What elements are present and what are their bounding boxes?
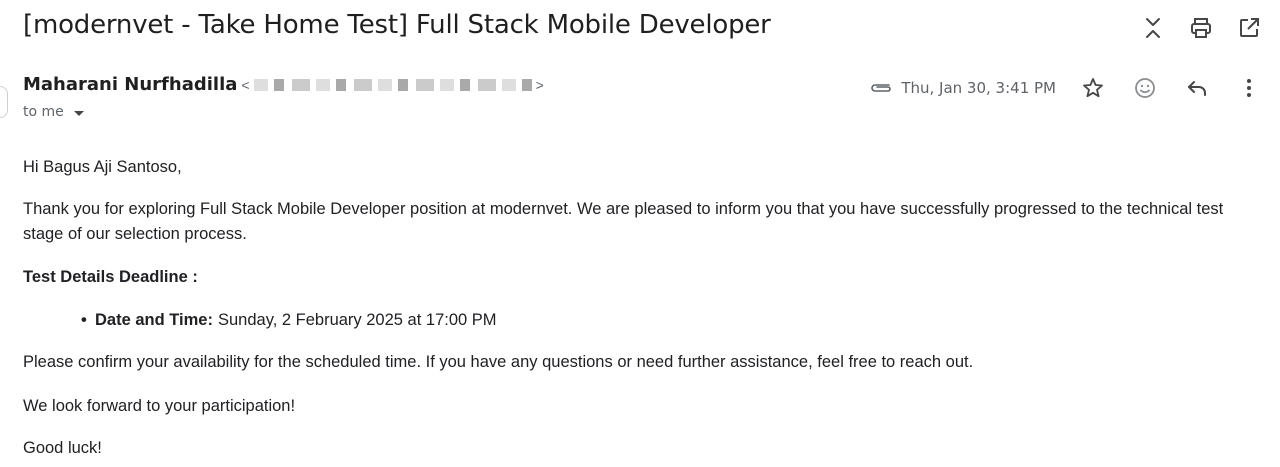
recipient-details-toggle[interactable]: to me — [23, 104, 84, 120]
bullet-label: Date and Time: — [95, 311, 213, 329]
message-date: Thu, Jan 30, 3:41 PM — [901, 79, 1056, 97]
star-icon[interactable] — [1080, 74, 1106, 102]
list-item: • Date and Time: Sunday, 2 February 2025… — [81, 308, 497, 333]
side-panel-edge — [0, 86, 8, 118]
sender-email-open: < — [241, 77, 250, 93]
open-new-window-icon[interactable] — [1236, 14, 1262, 42]
bullet-dot: • — [81, 311, 87, 329]
email-view: [modernvet - Take Home Test] Full Stack … — [0, 0, 1280, 467]
bullet-value: Sunday, 2 February 2025 at 17:00 PM — [217, 311, 497, 329]
recipient-label: to me — [23, 104, 64, 120]
message-meta: Thu, Jan 30, 3:41 PM — [869, 74, 1262, 102]
sender-email: < > — [241, 77, 543, 93]
message-actions — [1080, 74, 1262, 102]
confirm-paragraph: Please confirm your availability for the… — [23, 353, 974, 371]
redacted-email — [253, 79, 532, 91]
forward-paragraph: We look forward to your participation! — [23, 397, 296, 415]
greeting-text: Hi Bagus Aji Santoso, — [23, 158, 182, 176]
deadline-heading: Test Details Deadline : — [23, 268, 198, 286]
emoji-react-icon[interactable] — [1132, 74, 1158, 102]
collapse-all-icon[interactable] — [1140, 14, 1166, 42]
email-subject: [modernvet - Take Home Test] Full Stack … — [23, 10, 771, 40]
thanks-paragraph: Thank you for exploring Full Stack Mobil… — [23, 200, 1224, 243]
more-options-icon[interactable] — [1236, 74, 1262, 102]
attachment-icon — [869, 81, 893, 95]
print-icon[interactable] — [1188, 14, 1214, 42]
sender-row: Maharani Nurfhadilla < > — [23, 74, 544, 95]
chevron-down-icon — [73, 110, 84, 116]
reply-icon[interactable] — [1184, 74, 1210, 102]
closing-text: Good luck! — [23, 439, 102, 457]
sender-email-close: > — [535, 77, 544, 93]
toolbar-icons — [1140, 14, 1262, 42]
sender-name[interactable]: Maharani Nurfhadilla — [23, 74, 237, 95]
